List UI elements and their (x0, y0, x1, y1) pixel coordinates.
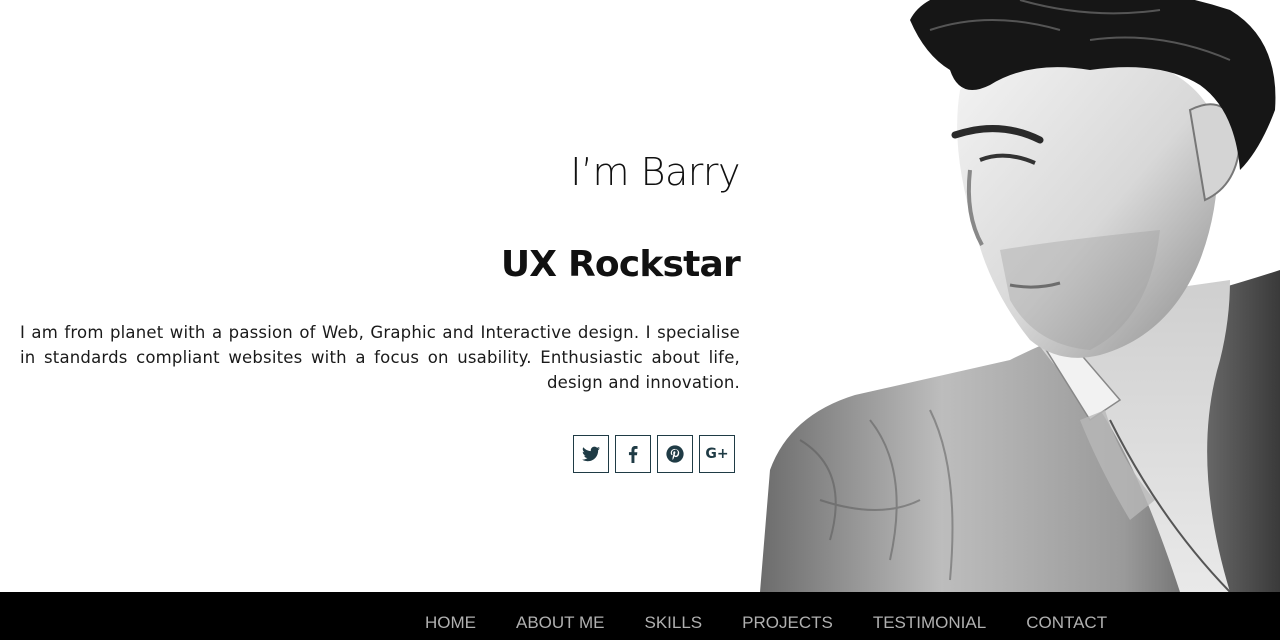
nav-item-about-me[interactable]: ABOUT ME (496, 585, 624, 640)
greeting-heading: I’m Barry (570, 150, 740, 194)
nav-item-contact[interactable]: CONTACT (1006, 585, 1127, 640)
google-plus-button[interactable]: G+ (699, 435, 735, 473)
twitter-button[interactable] (573, 435, 609, 473)
nav-item-skills[interactable]: SKILLS (624, 585, 722, 640)
bio-text: I am from planet with a passion of Web, … (20, 323, 740, 392)
role-heading: UX Rockstar (500, 244, 741, 285)
nav-item-testimonial[interactable]: TESTIMONIAL (853, 585, 1006, 640)
nav-item-projects[interactable]: PROJECTS (722, 585, 853, 640)
hero-section: I’m Barry UX Rockstar I am from planet w… (0, 0, 1280, 592)
nav-item-home[interactable]: HOME (405, 585, 496, 640)
pinterest-icon (666, 445, 684, 463)
twitter-icon (582, 446, 600, 462)
main-navigation: HOME ABOUT ME SKILLS PROJECTS TESTIMONIA… (0, 592, 1280, 640)
pinterest-button[interactable] (657, 435, 693, 473)
facebook-button[interactable] (615, 435, 651, 473)
intro-block: I’m Barry UX Rockstar I am from planet w… (0, 150, 741, 473)
nav-list: HOME ABOUT ME SKILLS PROJECTS TESTIMONIA… (405, 592, 1127, 640)
portrait-photo (760, 0, 1280, 592)
google-plus-icon: G+ (705, 446, 729, 462)
social-links: G+ (0, 435, 740, 473)
facebook-icon (628, 445, 638, 463)
